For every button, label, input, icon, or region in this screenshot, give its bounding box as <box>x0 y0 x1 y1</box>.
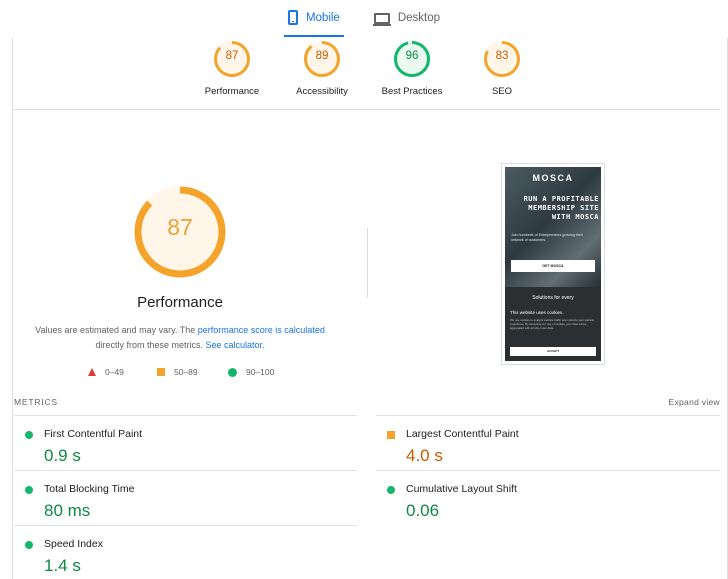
device-tabs: Mobile Desktop <box>0 0 728 38</box>
performance-title: Performance <box>137 294 223 311</box>
legend-range: 0–49 <box>105 367 124 377</box>
site-subtext: Join hundreds of Entrepreneurs growing t… <box>511 233 583 242</box>
legend-fail: 0–49 <box>88 367 124 377</box>
tab-desktop-label: Desktop <box>397 12 441 24</box>
metric-divider <box>376 470 720 471</box>
metric-name: Largest Contentful Paint <box>406 428 519 440</box>
metric-name: Total Blocking Time <box>44 483 135 495</box>
gauge-label: Accessibility <box>296 86 348 97</box>
performance-score: 87 <box>167 214 193 240</box>
tab-mobile-label: Mobile <box>305 11 340 24</box>
average-status-icon <box>387 431 395 439</box>
metric-value: 0.06 <box>406 501 440 520</box>
metric-speed-index: Speed Index 1.4 s <box>14 528 344 579</box>
gauge-score: 87 <box>225 50 239 62</box>
metric-name: Speed Index <box>44 538 103 550</box>
good-status-icon <box>387 486 395 494</box>
metric-divider <box>14 525 357 526</box>
site-headline: RUN A PROFITABLE MEMBERSHIP SITE WITH MO… <box>523 195 599 221</box>
cookie-title: This website uses cookies. <box>510 310 564 315</box>
metric-value: 80 ms <box>44 501 91 520</box>
metric-value: 4.0 s <box>406 446 443 465</box>
gauge-accessibility[interactable]: 89 Accessibility <box>282 40 362 97</box>
performance-score-link[interactable]: performance score is calculated <box>198 325 325 335</box>
gauge-best-practices[interactable]: 96 Best Practices <box>372 40 452 97</box>
phone-icon <box>287 10 298 25</box>
site-cta-button: GET MOSCA <box>511 260 595 272</box>
gauge-score: 89 <box>315 50 329 62</box>
legend-pass: 90–100 <box>228 367 274 377</box>
site-logo: MOSCA <box>532 173 574 183</box>
cookie-text: We use cookies to analyze website traffi… <box>510 318 595 330</box>
legend-average: 50–89 <box>157 367 198 377</box>
metric-value: 1.4 s <box>44 556 81 575</box>
square-icon <box>157 368 165 376</box>
gauge-seo[interactable]: 83 SEO <box>462 40 542 97</box>
page-screenshot[interactable]: MOSCA RUN A PROFITABLE MEMBERSHIP SITE W… <box>501 163 605 365</box>
good-status-icon <box>25 541 33 549</box>
vertical-divider <box>367 228 368 298</box>
tab-desktop[interactable]: Desktop <box>370 0 444 36</box>
gauge-label: Performance <box>204 86 260 97</box>
metric-name: Cumulative Layout Shift <box>406 483 517 495</box>
performance-note: Values are estimated and may vary. The p… <box>30 323 330 353</box>
site-section-title: Solutions for every <box>532 295 574 301</box>
legend-range: 50–89 <box>174 367 198 377</box>
metric-fcp: First Contentful Paint 0.9 s <box>14 418 344 472</box>
gauge-score: 83 <box>495 50 509 62</box>
gauge-label: SEO <box>491 86 513 97</box>
note-text: directly from these metrics. <box>95 340 206 350</box>
metric-name: First Contentful Paint <box>44 428 143 440</box>
metric-divider <box>14 415 357 416</box>
expand-view-button[interactable]: Expand view <box>640 397 720 407</box>
metric-divider <box>14 470 357 471</box>
laptop-icon <box>372 12 391 26</box>
category-summary: 87 Performance 89 Accessibility 96 Best … <box>188 40 544 100</box>
metric-value: 0.9 s <box>44 446 81 465</box>
score-legend: 0–49 50–89 90–100 <box>88 367 288 381</box>
screenshot-content: MOSCA RUN A PROFITABLE MEMBERSHIP SITE W… <box>505 167 601 361</box>
note-text: Values are estimated and may vary. The <box>35 325 198 335</box>
metrics-title: METRICS <box>14 397 58 407</box>
legend-range: 90–100 <box>246 367 275 377</box>
circle-icon <box>228 367 237 377</box>
metric-cls: Cumulative Layout Shift 0.06 <box>376 473 706 527</box>
summary-divider <box>14 109 720 110</box>
calculator-link[interactable]: See calculator. <box>205 340 264 350</box>
gauge-performance[interactable]: 87 Performance <box>192 40 272 97</box>
metric-divider <box>376 415 720 416</box>
triangle-icon <box>88 368 96 376</box>
tab-mobile[interactable]: Mobile <box>283 0 344 37</box>
gauge-score: 96 <box>405 50 419 62</box>
good-status-icon <box>25 431 33 439</box>
cookie-accept-button: ACCEPT <box>510 347 596 356</box>
good-status-icon <box>25 486 33 494</box>
metric-lcp: Largest Contentful Paint 4.0 s <box>376 418 706 472</box>
metric-tbt: Total Blocking Time 80 ms <box>14 473 344 527</box>
gauge-label: Best Practices <box>381 86 443 97</box>
